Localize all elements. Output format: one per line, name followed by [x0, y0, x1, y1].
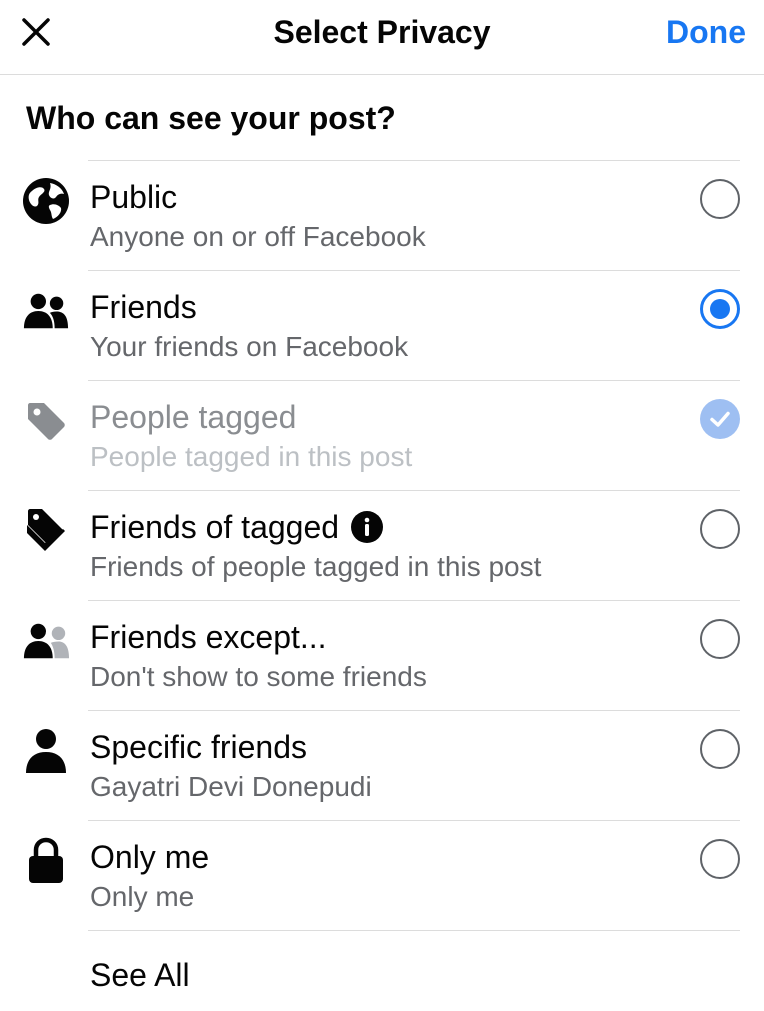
checkmark-disabled — [700, 399, 740, 439]
option-subtitle: People tagged in this post — [90, 441, 413, 472]
option-title-row: Friends of tagged — [90, 507, 384, 547]
top-bar: Select Privacy Done — [0, 0, 764, 75]
radio-friends-except[interactable] — [700, 619, 740, 659]
see-all-link[interactable]: See All — [90, 955, 190, 995]
tags-stack-icon — [22, 507, 70, 555]
friends-icon — [22, 287, 70, 335]
option-title: Friends — [90, 289, 197, 325]
see-all-row[interactable]: See All — [88, 930, 740, 1011]
friends-except-icon — [22, 617, 70, 665]
radio-specific-friends[interactable] — [700, 729, 740, 769]
radio-only-me[interactable] — [700, 839, 740, 879]
option-public[interactable]: Public Anyone on or off Facebook — [23, 160, 740, 270]
option-subtitle: Your friends on Facebook — [90, 331, 409, 362]
option-title: People tagged — [90, 399, 297, 435]
done-button[interactable]: Done — [666, 12, 746, 52]
check-icon — [710, 411, 730, 427]
radio-public[interactable] — [700, 179, 740, 219]
lock-icon — [22, 837, 70, 885]
person-icon — [22, 727, 70, 775]
tag-icon — [22, 397, 70, 445]
privacy-options-list: Public Anyone on or off Facebook Friends… — [0, 160, 764, 1011]
option-friends-except[interactable]: Friends except... Don't show to some fri… — [23, 600, 740, 710]
option-people-tagged[interactable]: People tagged People tagged in this post — [28, 380, 740, 490]
option-friends-of-tagged[interactable]: Friends of tagged Friends of people tagg… — [27, 490, 740, 600]
info-icon[interactable] — [351, 511, 384, 543]
option-specific-friends[interactable]: Specific friends Gayatri Devi Donepudi — [26, 710, 740, 820]
section-heading: Who can see your post? — [26, 100, 396, 136]
globe-icon — [22, 177, 70, 225]
option-title: Friends of tagged — [90, 509, 340, 545]
option-title: Only me — [90, 839, 210, 875]
option-subtitle: Only me — [90, 881, 195, 912]
radio-friends[interactable] — [700, 289, 740, 329]
option-title: Specific friends — [90, 729, 307, 765]
radio-friends-of-tagged[interactable] — [700, 509, 740, 549]
option-only-me[interactable]: Only me Only me — [29, 820, 740, 930]
option-friends[interactable]: Friends Your friends on Facebook — [23, 270, 740, 380]
option-subtitle: Gayatri Devi Donepudi — [90, 771, 372, 802]
option-title: Friends except... — [90, 619, 327, 655]
option-title: Public — [90, 179, 178, 215]
option-subtitle: Anyone on or off Facebook — [90, 221, 426, 252]
option-subtitle: Friends of people tagged in this post — [90, 551, 542, 582]
option-subtitle: Don't show to some friends — [90, 661, 427, 692]
page-title: Select Privacy — [273, 14, 491, 50]
